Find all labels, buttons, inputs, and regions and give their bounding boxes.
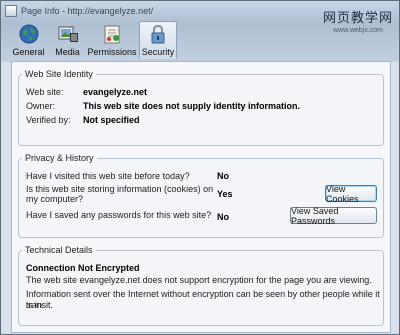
website-label: Web site: xyxy=(26,87,64,97)
tab-toolbar: General Media Permissions Security xyxy=(9,21,177,59)
technical-group: Technical Details Connection Not Encrypt… xyxy=(18,245,384,326)
cookies-question-line1: Is this web site storing information (co… xyxy=(26,184,214,194)
owner-value: This web site does not supply identity i… xyxy=(83,101,301,111)
visited-answer: No xyxy=(217,171,229,181)
transit-warning-line2: transit. xyxy=(26,300,54,310)
verified-label: Verified by: xyxy=(26,115,71,125)
title-bar: Page Info - http://evangelyze.net/ xyxy=(5,3,329,19)
padlock-icon xyxy=(151,24,165,44)
view-saved-passwords-button[interactable]: View Saved Passwords xyxy=(290,206,377,226)
tab-permissions-label: Permissions xyxy=(87,47,137,57)
transit-warning-line1: Information sent over the Internet witho… xyxy=(26,289,380,310)
view-cookies-button[interactable]: View Cookies xyxy=(325,184,377,204)
privacy-legend: Privacy & History xyxy=(22,153,97,163)
connection-status-heading: Connection Not Encrypted xyxy=(26,263,140,273)
tab-general-label: General xyxy=(12,47,45,57)
watermark-chinese: 网页教学网 xyxy=(323,11,394,26)
cookies-question-line2: my computer? xyxy=(26,194,84,204)
security-panel: Web Site Identity Web site: evangelyze.n… xyxy=(11,61,391,333)
tab-permissions[interactable]: Permissions xyxy=(87,21,137,59)
passwords-question: Have I saved any passwords for this web … xyxy=(26,210,212,220)
tab-general[interactable]: General xyxy=(9,21,48,59)
identity-legend: Web Site Identity xyxy=(22,69,96,79)
privacy-group: Privacy & History Have I visited this we… xyxy=(18,153,384,238)
tab-security[interactable]: Security xyxy=(139,21,177,59)
watermark-logo: 网页教学网 www.webjx.com xyxy=(323,7,393,34)
technical-legend: Technical Details xyxy=(22,245,96,255)
globe-icon xyxy=(19,24,38,44)
verified-value: Not specified xyxy=(83,115,140,125)
cookies-answer: Yes xyxy=(217,189,233,199)
page-info-window: Page Info - http://evangelyze.net/ 网页教学网… xyxy=(0,0,400,335)
passwords-answer: No xyxy=(217,212,229,222)
tab-media-label: Media xyxy=(55,47,80,57)
tab-media[interactable]: Media xyxy=(48,21,87,59)
watermark-url: www.webjx.com xyxy=(333,27,383,34)
website-value: evangelyze.net xyxy=(83,87,148,97)
visited-question: Have I visited this web site before toda… xyxy=(26,171,190,181)
window-title: Page Info - http://evangelyze.net/ xyxy=(21,6,154,16)
permissions-icon xyxy=(104,25,120,44)
identity-group: Web Site Identity Web site: evangelyze.n… xyxy=(18,69,384,146)
owner-label: Owner: xyxy=(26,101,56,111)
window-icon xyxy=(5,5,17,17)
encryption-note: The web site evangelyze.net does not sup… xyxy=(26,275,372,285)
media-icon xyxy=(58,26,78,42)
tab-security-label: Security xyxy=(141,47,175,57)
